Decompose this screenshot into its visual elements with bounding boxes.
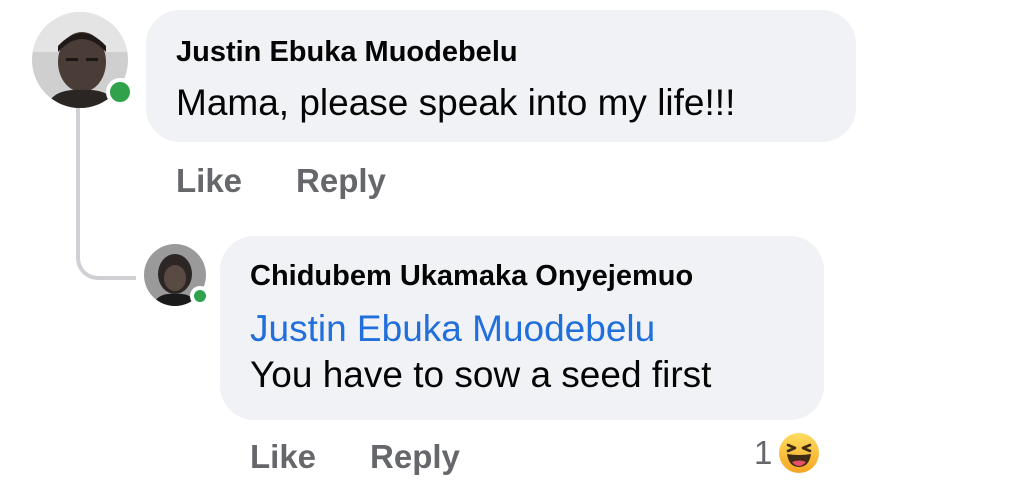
reply-button[interactable]: Reply <box>370 438 460 476</box>
reply-author-name[interactable]: Chidubem Ukamaka Onyejemuo <box>250 258 824 294</box>
online-status-dot <box>190 286 210 306</box>
comment-text: Mama, please speak into my life!!! <box>176 82 736 123</box>
reply-avatar[interactable] <box>144 244 210 306</box>
comment-actions: Like Reply <box>176 162 386 200</box>
reaction-summary[interactable]: 1 <box>754 432 820 474</box>
reply-text: You have to sow a seed first <box>250 354 712 395</box>
like-button[interactable]: Like <box>176 162 242 200</box>
comment-bubble: Justin Ebuka Muodebelu Mama, please spea… <box>146 10 856 142</box>
reaction-count: 1 <box>754 434 773 471</box>
thread-connector-line <box>76 108 136 280</box>
reply-bubble: Chidubem Ukamaka Onyejemuo Justin Ebuka … <box>220 236 824 420</box>
avatar[interactable] <box>32 12 134 108</box>
reply-actions: Like Reply <box>250 438 460 476</box>
mention-link[interactable]: Justin Ebuka Muodebelu <box>250 306 824 352</box>
comment-thread: Justin Ebuka Muodebelu Mama, please spea… <box>0 0 1024 488</box>
online-status-dot <box>106 78 134 106</box>
comment-author-name[interactable]: Justin Ebuka Muodebelu <box>176 34 856 70</box>
like-button[interactable]: Like <box>250 438 316 476</box>
laughing-emoji-icon <box>779 433 820 473</box>
reply-button[interactable]: Reply <box>296 162 386 200</box>
